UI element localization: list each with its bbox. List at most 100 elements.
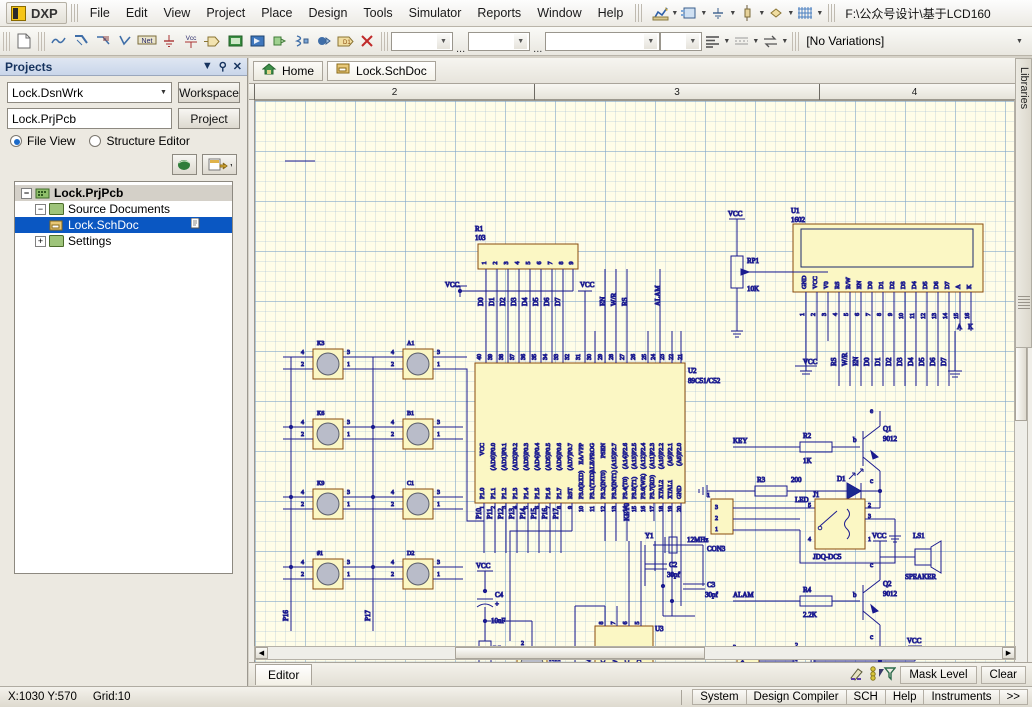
horizontal-scroll-thumb[interactable] <box>455 647 705 659</box>
workspace-button[interactable]: Workspace <box>178 82 240 103</box>
bus-entry-caret-icon[interactable]: ▼ <box>786 10 795 17</box>
radio-structure-editor[interactable]: Structure Editor <box>89 134 189 148</box>
menu-tools[interactable]: Tools <box>355 3 400 23</box>
tree-item-settings[interactable]: + Settings <box>15 233 232 249</box>
toolbar2-gripper-1[interactable] <box>3 32 10 51</box>
path-gripper[interactable] <box>828 4 835 22</box>
toolbar2-gripper-2[interactable] <box>38 32 45 51</box>
filter-expression-arrow-icon[interactable]: ▼ <box>644 34 657 49</box>
place-gnd-port-button[interactable] <box>158 30 180 52</box>
filter-scope-combo[interactable]: ▼ <box>660 32 702 51</box>
menu-simulator[interactable]: Simulator <box>401 3 470 23</box>
align-tool[interactable]: ▼ <box>702 31 731 51</box>
menu-reports[interactable]: Reports <box>469 3 529 23</box>
clear-button[interactable]: Clear <box>981 666 1026 684</box>
scroll-left-icon[interactable]: ◀ <box>255 647 268 659</box>
canvas-horizontal-scrollbar[interactable]: ◀ ▶ <box>254 646 1016 660</box>
place-device-sheet-button[interactable] <box>224 30 246 52</box>
panel-resize-gripper[interactable] <box>1018 295 1030 309</box>
project-tree[interactable]: − Lock.PrjPcb − Source Documents Lock.Sc… <box>14 181 233 574</box>
tab-lock-schdoc[interactable]: Lock.SchDoc <box>327 61 436 81</box>
status-panel-system[interactable]: System <box>692 689 746 705</box>
sheet-symbol-tool[interactable]: ▼ <box>679 3 708 23</box>
tab-home[interactable]: Home <box>253 61 323 81</box>
place-sheet-entry-button[interactable] <box>268 30 290 52</box>
open-document-button[interactable]: ▼ <box>202 154 237 175</box>
filter-combo-1-arrow-icon[interactable]: ▼ <box>437 34 450 49</box>
place-harness-button[interactable] <box>92 30 114 52</box>
workspace-combo[interactable]: Lock.DsnWrk ▼ <box>7 82 172 103</box>
distribute-caret-icon[interactable]: ▼ <box>751 38 760 45</box>
chevron-down-icon[interactable]: ▼ <box>202 60 213 73</box>
tab-editor[interactable]: Editor <box>255 664 312 685</box>
ground-caret-icon[interactable]: ▼ <box>728 10 737 17</box>
scroll-right-icon[interactable]: ▶ <box>1002 647 1015 659</box>
dxp-menu-button[interactable]: DXP <box>6 2 67 24</box>
menu-window[interactable]: Window <box>529 3 589 23</box>
project-field[interactable]: Lock.PrjPcb <box>7 108 172 129</box>
swap-caret-icon[interactable]: ▼ <box>780 38 789 45</box>
bus-entry-tool[interactable]: ▼ <box>766 3 795 23</box>
menu-place[interactable]: Place <box>253 3 300 23</box>
grid-tool[interactable]: ▼ <box>795 3 824 23</box>
part-tool[interactable]: ▼ <box>737 3 766 23</box>
tree-item-lock-schdoc[interactable]: Lock.SchDoc <box>15 217 232 233</box>
chart-caret-icon[interactable]: ▼ <box>670 10 679 17</box>
tree-expander-settings[interactable]: + <box>35 236 46 247</box>
new-document-button[interactable] <box>13 30 35 52</box>
menu-view[interactable]: View <box>155 3 198 23</box>
place-port-button[interactable]: D1 <box>334 30 356 52</box>
distribute-tool[interactable]: ▼ <box>731 31 760 51</box>
align-caret-icon[interactable]: ▼ <box>722 38 731 45</box>
place-net-label-button[interactable]: Net <box>136 30 158 52</box>
place-part-button[interactable] <box>202 30 224 52</box>
place-no-erc-button[interactable] <box>356 30 378 52</box>
filter-combo-1[interactable]: ▼ <box>391 32 453 51</box>
place-harness-entry-button[interactable] <box>312 30 334 52</box>
toolbar-gripper-1[interactable] <box>635 4 642 22</box>
workspace-chevron-down-icon[interactable]: ▼ <box>156 83 171 102</box>
menu-edit[interactable]: Edit <box>118 3 156 23</box>
sheet-symbol-caret-icon[interactable]: ▼ <box>699 10 708 17</box>
menu-design[interactable]: Design <box>301 3 356 23</box>
status-panel-instruments[interactable]: Instruments <box>923 689 999 705</box>
status-panel-design-compiler[interactable]: Design Compiler <box>746 689 847 705</box>
place-wire-button[interactable] <box>48 30 70 52</box>
swap-tool[interactable]: ▼ <box>760 31 789 51</box>
pin-icon[interactable]: ⚲ <box>219 60 227 73</box>
menu-file[interactable]: File <box>82 3 118 23</box>
close-icon[interactable]: ✕ <box>233 60 242 73</box>
schematic-canvas[interactable]: R1 103 1 2 3 4 5 6 7 8 9 <box>254 100 1016 700</box>
mask-level-button[interactable]: Mask Level <box>900 666 976 684</box>
toolbar2-gripper-4[interactable] <box>792 32 799 51</box>
status-panel-overflow[interactable]: >> <box>999 689 1028 705</box>
compile-button[interactable] <box>172 154 197 175</box>
menu-project[interactable]: Project <box>198 3 253 23</box>
tree-item-source-documents[interactable]: − Source Documents <box>15 201 232 217</box>
tree-expander-source-documents[interactable]: − <box>35 204 46 215</box>
filter-expression-combo[interactable]: ▼ <box>545 32 660 51</box>
variations-caret-icon[interactable]: ▼ <box>1015 38 1024 45</box>
filter-combo-2-dots[interactable]: ... <box>530 43 545 55</box>
highlight-pen-icon[interactable] <box>848 665 866 684</box>
place-line-button[interactable] <box>114 30 136 52</box>
place-bus-button[interactable] <box>70 30 92 52</box>
toolbar2-gripper-3[interactable] <box>381 32 388 51</box>
place-sheet-symbol-button[interactable] <box>246 30 268 52</box>
filter-combo-1-dots[interactable]: ... <box>453 43 468 55</box>
project-button[interactable]: Project <box>178 108 240 129</box>
place-vcc-port-button[interactable]: Vcc <box>180 30 202 52</box>
filter-combo-2[interactable]: ▼ <box>468 32 530 51</box>
chart-tool[interactable]: ▼ <box>650 3 679 23</box>
ground-tool[interactable]: ▼ <box>708 3 737 23</box>
filter-icon[interactable] <box>870 665 896 684</box>
status-panel-help[interactable]: Help <box>885 689 925 705</box>
grid-caret-icon[interactable]: ▼ <box>815 10 824 17</box>
filter-scope-arrow-icon[interactable]: ▼ <box>686 34 699 49</box>
part-caret-icon[interactable]: ▼ <box>757 10 766 17</box>
tree-item-project[interactable]: − Lock.PrjPcb <box>15 185 232 201</box>
filter-combo-2-arrow-icon[interactable]: ▼ <box>514 34 527 49</box>
menu-help[interactable]: Help <box>590 3 632 23</box>
status-panel-sch[interactable]: SCH <box>846 689 886 705</box>
place-harness-connector-button[interactable] <box>290 30 312 52</box>
